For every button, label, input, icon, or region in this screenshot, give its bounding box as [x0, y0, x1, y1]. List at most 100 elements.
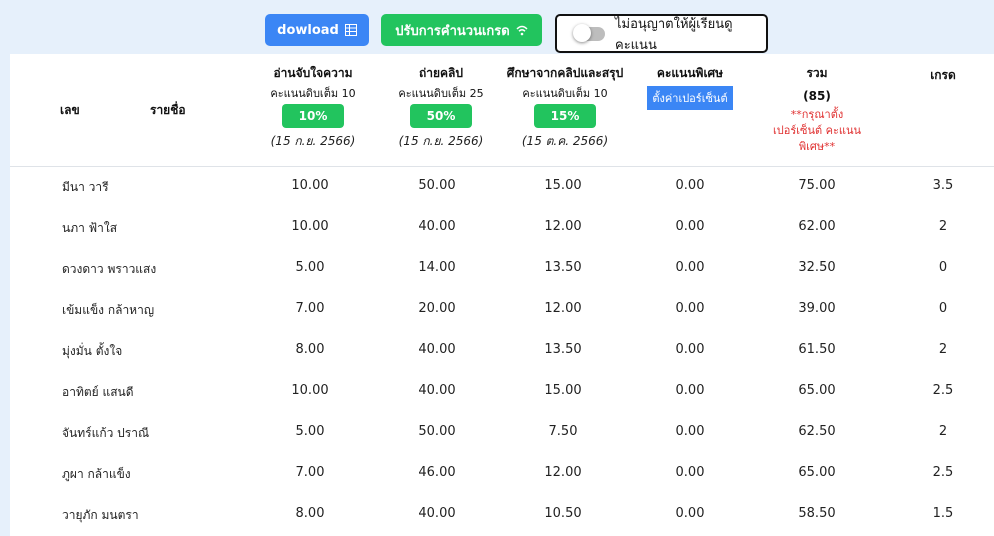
special-score-header: คะแนนพิเศษ ตั้งค่าเปอร์เซ็นต์ [635, 64, 745, 110]
total-cell: 62.50 [798, 424, 836, 439]
grade-cell: 2 [938, 424, 948, 439]
score-cell: 7.00 [295, 301, 325, 316]
download-button[interactable]: dowload [265, 14, 369, 46]
special-title: คะแนนพิเศษ [656, 66, 724, 80]
note-line: เปอร์เซ็นต์ คะแนน [772, 124, 862, 137]
assignment-title: ศึกษาจากคลิปและสรุป [506, 66, 624, 80]
table-row: วายุภัก มนตรา 8.00 40.00 10.50 0.00 58.50 1.5 [10, 494, 994, 535]
score-cell: 0.00 [675, 465, 705, 480]
score-cell: 13.50 [544, 342, 582, 357]
score-cell: 13.50 [544, 260, 582, 275]
score-cell: 0.00 [675, 506, 705, 521]
score-cell: 0.00 [675, 260, 705, 275]
assignment-title: ถ่ายคลิป [418, 66, 464, 80]
grade-cell: 0 [938, 260, 948, 275]
student-name: มุ่งมั่น ตั้งใจ [62, 344, 123, 358]
assignment-date: (15 ก.ย. 2566) [398, 134, 484, 148]
score-cell: 40.00 [418, 506, 456, 521]
score-cell: 20.00 [418, 301, 456, 316]
score-cell: 50.00 [418, 178, 456, 193]
student-name: เข้มแข็ง กล้าหาญ [62, 303, 155, 317]
set-percent-button[interactable]: ตั้งค่าเปอร์เซ็นต์ [647, 86, 733, 110]
adjust-grade-label: ปรับการคำนวนเกรด [395, 23, 510, 39]
grade-header: เกรด [930, 68, 956, 82]
score-cell: 15.00 [544, 178, 582, 193]
assignment-percent-badge[interactable]: 50% [410, 104, 472, 128]
score-cell: 46.00 [418, 465, 456, 480]
student-name: มีนา วารี [62, 180, 109, 194]
grade-cell: 2 [938, 342, 948, 357]
total-cell: 75.00 [798, 178, 836, 193]
total-cell: 39.00 [798, 301, 836, 316]
score-cell: 0.00 [675, 424, 705, 439]
score-table: เลข รายชื่อ อ่านจับใจความ คะแนนดิบเต็ม 1… [10, 54, 994, 536]
note-line: พิเศษ** [798, 140, 836, 153]
score-cell: 7.00 [295, 465, 325, 480]
table-row: นภา ฟ้าใส 10.00 40.00 12.00 0.00 62.00 2 [10, 207, 994, 248]
table-row: อาทิตย์ แสนดี 10.00 40.00 15.00 0.00 65.00 2.5 [10, 371, 994, 412]
assignment-max: คะแนนดิบเต็ม 10 [270, 87, 356, 100]
student-name: นภา ฟ้าใส [62, 221, 118, 235]
table-row: มีนา วารี 10.00 50.00 15.00 0.00 75.00 3.5 [10, 166, 994, 207]
score-cell: 0.00 [675, 301, 705, 316]
grade-cell: 3.5 [932, 178, 954, 193]
assignment-max: คะแนนดิบเต็ม 10 [522, 87, 608, 100]
total-cell: 65.00 [798, 383, 836, 398]
student-name: ภูผา กล้าแข็ง [62, 467, 131, 481]
score-cell: 40.00 [418, 383, 456, 398]
student-name: วายุภัก มนตรา [62, 508, 139, 522]
spreadsheet-icon [344, 24, 357, 36]
score-cell: 7.50 [548, 424, 578, 439]
toggle-label: ไม่อนุญาตให้ผู้เรียนดูคะแนน [615, 16, 733, 53]
score-cell: 12.00 [544, 465, 582, 480]
table-row: เข้มแข็ง กล้าหาญ 7.00 20.00 12.00 0.00 39.00 0 [10, 289, 994, 330]
assignment-3-header: ศึกษาจากคลิปและสรุป คะแนนดิบเต็ม 10 15% … [500, 64, 630, 151]
col-name-header: รายชื่อ [150, 103, 186, 117]
table-row: มุ่งมั่น ตั้งใจ 8.00 40.00 13.50 0.00 61.50 2 [10, 330, 994, 371]
col-number-header: เลข [60, 103, 80, 117]
download-label: dowload [277, 22, 339, 38]
score-cell: 8.00 [295, 342, 325, 357]
score-cell: 10.50 [544, 506, 582, 521]
table-row: ดวงดาว พราวแสง 5.00 14.00 13.50 0.00 32.50 0 [10, 248, 994, 289]
score-cell: 5.00 [295, 260, 325, 275]
grade-cell: 2 [938, 219, 948, 234]
table-header: เลข รายชื่อ อ่านจับใจความ คะแนนดิบเต็ม 1… [10, 54, 994, 167]
score-cell: 40.00 [418, 342, 456, 357]
score-cell: 12.00 [544, 301, 582, 316]
score-cell: 0.00 [675, 219, 705, 234]
score-cell: 8.00 [295, 506, 325, 521]
assignment-max: คะแนนดิบเต็ม 25 [398, 87, 484, 100]
score-cell: 0.00 [675, 383, 705, 398]
table-row: จันทร์แก้ว ปราณี 5.00 50.00 7.50 0.00 62.50 2 [10, 412, 994, 453]
score-cell: 40.00 [418, 219, 456, 234]
score-cell: 14.00 [418, 260, 456, 275]
total-cell: 58.50 [798, 506, 836, 521]
toggle-knob [573, 23, 591, 42]
score-cell: 5.00 [295, 424, 325, 439]
assignment-title: อ่านจับใจความ [273, 66, 353, 80]
student-name: จันทร์แก้ว ปราณี [62, 426, 150, 440]
total-cell: 32.50 [798, 260, 836, 275]
student-name: ดวงดาว พราวแสง [62, 262, 157, 276]
score-cell: 15.00 [544, 383, 582, 398]
adjust-grade-button[interactable]: ปรับการคำนวนเกรด [381, 14, 542, 46]
score-cell: 50.00 [418, 424, 456, 439]
assignment-date: (15 ต.ค. 2566) [521, 134, 609, 148]
table-row: ภูผา กล้าแข็ง 7.00 46.00 12.00 0.00 65.00 2.5 [10, 453, 994, 494]
total-cell: 65.00 [798, 465, 836, 480]
total-title: รวม [806, 66, 828, 80]
score-cell: 0.00 [675, 178, 705, 193]
score-cell: 10.00 [291, 219, 329, 234]
note-line: **กรุณาตั้ง [790, 108, 844, 121]
grade-cell: 1.5 [932, 506, 954, 521]
assignment-date: (15 ก.ย. 2566) [270, 134, 356, 148]
toggle-switch[interactable] [573, 23, 605, 42]
assignment-percent-badge[interactable]: 15% [534, 104, 596, 128]
allow-view-toggle[interactable]: ไม่อนุญาตให้ผู้เรียนดูคะแนน [555, 14, 768, 53]
assignment-percent-badge[interactable]: 10% [282, 104, 344, 128]
score-cell: 10.00 [291, 383, 329, 398]
score-cell: 12.00 [544, 219, 582, 234]
total-max: (85) [803, 89, 831, 103]
total-cell: 61.50 [798, 342, 836, 357]
